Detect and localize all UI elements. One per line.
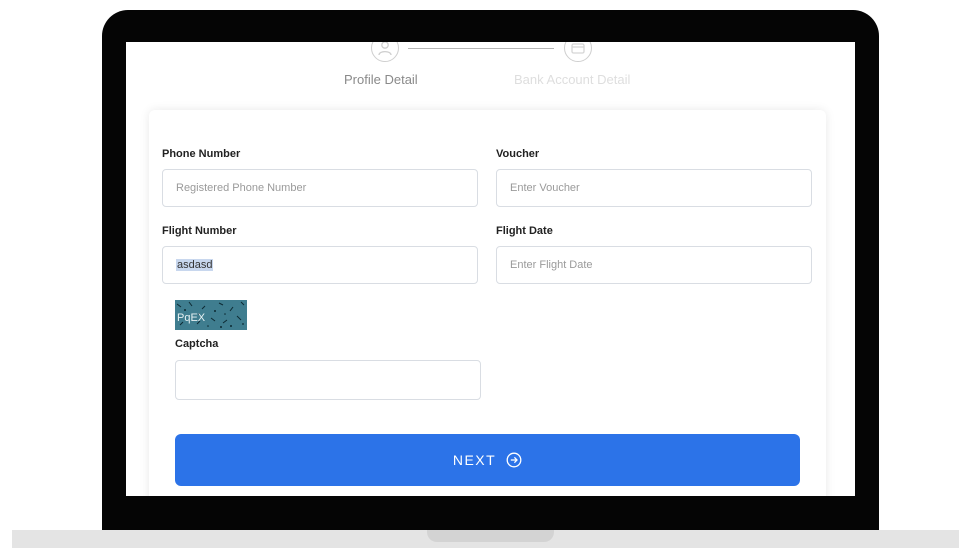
laptop-notch [427,530,554,542]
stepper-connector [408,48,554,49]
next-button[interactable]: NEXT [175,434,800,486]
voucher-placeholder: Enter Voucher [510,182,580,194]
arrow-right-circle-icon [506,452,522,468]
phone-number-placeholder: Registered Phone Number [176,182,307,194]
captcha-label: Captcha [175,338,219,350]
flight-number-input[interactable]: asdasd [162,246,478,284]
flight-number-value: asdasd [176,259,214,271]
profile-step-icon [371,42,399,62]
step-bank-account-detail[interactable]: Bank Account Detail [514,72,630,87]
step-profile-detail[interactable]: Profile Detail [344,72,418,87]
flight-date-label: Flight Date [496,225,553,237]
captcha-code-text: PqEX [177,312,206,324]
screen: Profile Detail Bank Account Detail Phone… [126,42,855,496]
bank-card-step-icon [564,42,592,62]
captcha-input[interactable] [175,360,481,400]
flight-date-input[interactable]: Enter Flight Date [496,246,812,284]
phone-number-input[interactable]: Registered Phone Number [162,169,478,207]
voucher-label: Voucher [496,148,540,160]
flight-date-placeholder: Enter Flight Date [510,259,593,271]
voucher-input[interactable]: Enter Voucher [496,169,812,207]
flight-number-label: Flight Number [162,225,237,237]
captcha-image: PqEX [175,300,247,330]
phone-number-label: Phone Number [162,148,241,160]
next-button-label: NEXT [452,452,497,468]
